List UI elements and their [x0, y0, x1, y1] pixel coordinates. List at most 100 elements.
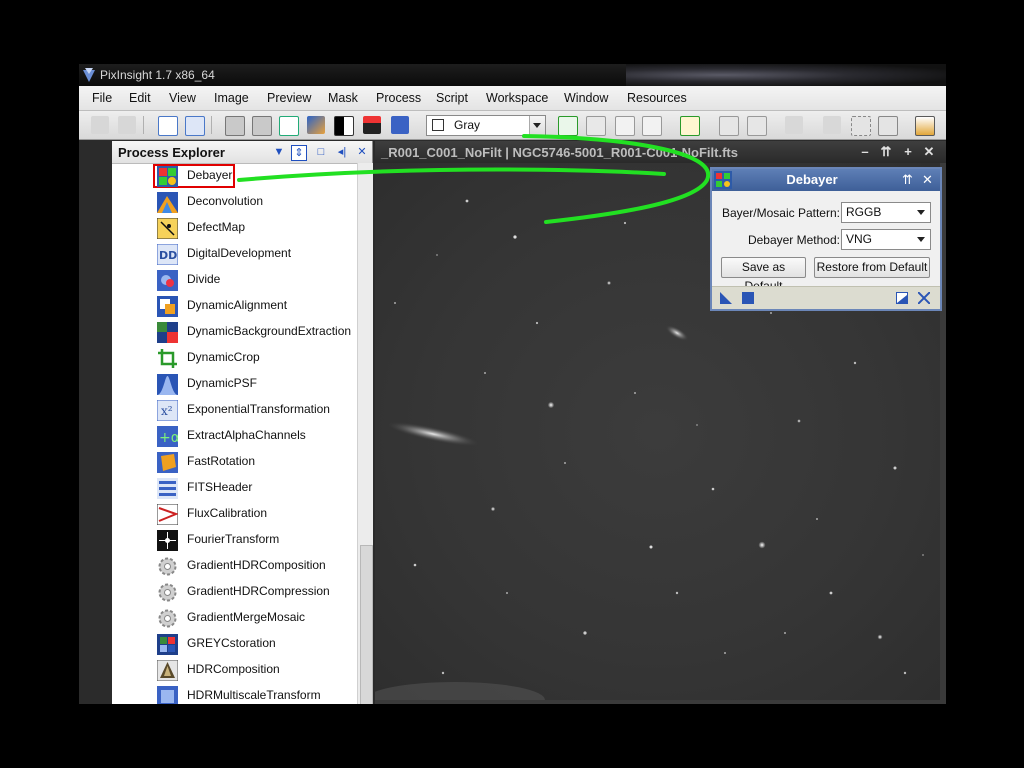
color-space-select[interactable]: Gray — [426, 115, 546, 136]
selected-tool-icon[interactable] — [680, 116, 700, 136]
close-icon[interactable]: ✕ — [922, 172, 933, 188]
view-mode-icon[interactable] — [225, 116, 245, 136]
color-space-value: Gray — [454, 118, 481, 132]
restore-from-default-button[interactable]: Restore from Default — [814, 257, 930, 278]
star — [816, 518, 818, 520]
documentation-icon[interactable] — [896, 292, 908, 304]
new-image-icon[interactable] — [279, 116, 299, 136]
one-to-one-zoom-icon[interactable] — [158, 116, 178, 136]
method-row: Debayer Method: VNG — [712, 229, 940, 251]
invert-icon[interactable] — [334, 116, 354, 136]
list-item-label: GREYCstoration — [187, 636, 276, 650]
gear-icon — [158, 557, 177, 576]
preview-icon[interactable] — [586, 116, 606, 136]
redo-icon[interactable] — [118, 116, 136, 134]
star — [607, 281, 611, 285]
list-item[interactable]: Divide — [112, 267, 357, 293]
float-icon[interactable]: □ — [314, 145, 328, 159]
screen-transfer-icon[interactable] — [391, 116, 409, 134]
stf-icon[interactable] — [307, 116, 325, 134]
window-icon[interactable] — [878, 116, 898, 136]
list-item[interactable]: FastRotation — [112, 449, 357, 475]
new-preview-icon[interactable] — [558, 116, 578, 136]
settings-icon[interactable] — [915, 116, 935, 136]
menu-file[interactable]: File — [92, 91, 112, 105]
menu-resources[interactable]: Resources — [627, 91, 687, 105]
shade-icon[interactable]: ⇈ — [879, 144, 893, 160]
readout-icon[interactable] — [823, 116, 841, 134]
select-icon[interactable] — [851, 116, 871, 136]
menu-mask[interactable]: Mask — [328, 91, 358, 105]
list-item[interactable]: GradientHDRCompression — [112, 579, 357, 605]
dropdown-icon[interactable]: ▼ — [272, 145, 286, 159]
dynamicalignment-icon — [157, 296, 178, 317]
list-item[interactable]: DynamicCrop — [112, 345, 357, 371]
star — [853, 361, 857, 365]
star — [829, 591, 833, 595]
hand-icon[interactable] — [785, 116, 803, 134]
list-item[interactable]: GREYCstoration — [112, 631, 357, 657]
greycstoration-icon — [157, 634, 178, 655]
maximize-icon[interactable]: + — [901, 144, 915, 159]
menu-preview[interactable]: Preview — [267, 91, 311, 105]
menu-window[interactable]: Window — [564, 91, 608, 105]
list-item[interactable]: DefectMap — [112, 215, 357, 241]
menu-process[interactable]: Process — [376, 91, 421, 105]
list-item[interactable]: GradientHDRComposition — [112, 553, 357, 579]
star — [506, 592, 508, 594]
list-item[interactable]: FluxCalibration — [112, 501, 357, 527]
list-item[interactable]: DynamicPSF — [112, 371, 357, 397]
list-item[interactable]: DynamicBackgroundExtraction — [112, 319, 357, 345]
scrollbar-thumb[interactable] — [360, 545, 373, 704]
view-mode-2-icon[interactable] — [252, 116, 272, 136]
list-item[interactable]: FITSHeader — [112, 475, 357, 501]
list-item[interactable]: +α ExtractAlphaChannels — [112, 423, 357, 449]
pattern-value: RGGB — [846, 205, 882, 219]
image-window-title: _R001_C001_NoFilt | NGC5746-5001_R001-C0… — [381, 145, 738, 160]
reset-icon[interactable] — [918, 292, 930, 304]
star — [903, 671, 907, 675]
save-as-default-button[interactable]: Save as Default — [721, 257, 806, 293]
list-item-label: GradientHDRCompression — [187, 584, 330, 598]
next-icon[interactable] — [747, 116, 767, 136]
menu-view[interactable]: View — [169, 91, 196, 105]
pattern-select[interactable]: RGGB — [841, 202, 931, 223]
menu-image[interactable]: Image — [214, 91, 249, 105]
process-list-scrollbar[interactable] — [357, 163, 373, 704]
prev-icon[interactable] — [719, 116, 739, 136]
collapse-icon[interactable]: ◂| — [335, 145, 349, 159]
list-item[interactable]: DynamicAlignment — [112, 293, 357, 319]
apply-global-icon[interactable] — [742, 292, 754, 304]
debayer-titlebar[interactable]: Debayer ⇈ ✕ — [712, 169, 940, 191]
debayer-footer — [712, 286, 940, 309]
star — [922, 554, 924, 556]
method-value: VNG — [846, 232, 873, 246]
close-icon[interactable]: ✕ — [922, 144, 936, 160]
list-item[interactable]: FourierTransform — [112, 527, 357, 553]
list-item[interactable]: HDRComposition — [112, 657, 357, 683]
copy-icon[interactable] — [642, 116, 662, 136]
list-item[interactable]: Debayer — [112, 163, 357, 189]
expand-icon[interactable]: ⇕ — [291, 145, 307, 161]
method-select[interactable]: VNG — [841, 229, 931, 250]
list-item[interactable]: GradientMergeMosaic — [112, 605, 357, 631]
image-window-titlebar[interactable]: _R001_C001_NoFilt | NGC5746-5001_R001-C0… — [375, 141, 946, 163]
shade-icon[interactable]: ⇈ — [902, 172, 913, 188]
list-item[interactable]: DDP DigitalDevelopment — [112, 241, 357, 267]
clone-icon[interactable] — [615, 116, 635, 136]
menu-edit[interactable]: Edit — [129, 91, 151, 105]
menu-workspace[interactable]: Workspace — [486, 91, 548, 105]
list-item[interactable]: Deconvolution — [112, 189, 357, 215]
list-item-label: ExtractAlphaChannels — [187, 428, 306, 442]
menu-script[interactable]: Script — [436, 91, 468, 105]
minimize-icon[interactable]: – — [858, 144, 872, 159]
list-item-label: DynamicBackgroundExtraction — [187, 324, 352, 338]
undo-icon[interactable] — [91, 116, 109, 134]
new-instance-icon[interactable] — [720, 292, 732, 304]
close-icon[interactable]: ✕ — [355, 145, 369, 159]
svg-text:x²: x² — [161, 404, 173, 418]
list-item[interactable]: HDRMultiscaleTransform — [112, 683, 357, 704]
list-item[interactable]: x² ExponentialTransformation — [112, 397, 357, 423]
fit-view-icon[interactable] — [185, 116, 205, 136]
mask-icon[interactable] — [363, 116, 381, 134]
